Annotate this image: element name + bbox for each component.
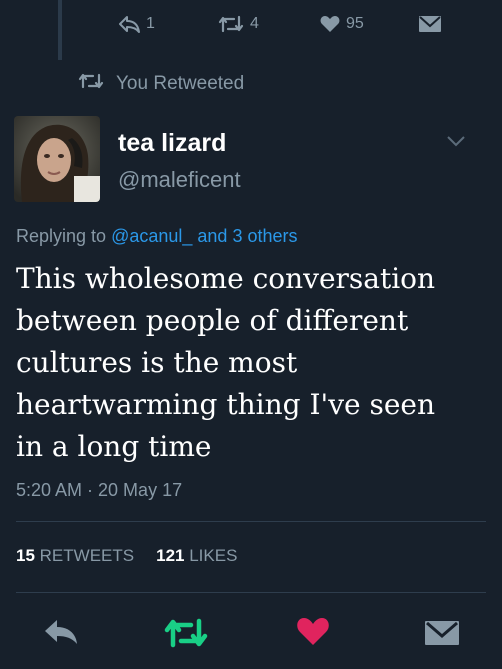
previous-message-button[interactable]: [418, 10, 442, 38]
reply-button[interactable]: [42, 618, 80, 651]
retweet-icon: [78, 73, 104, 95]
heart-icon: [296, 618, 330, 650]
likes-count: 121: [156, 546, 185, 565]
tweet-actions: [0, 610, 502, 654]
message-icon: [418, 15, 442, 33]
retweet-notice: You Retweeted: [78, 73, 244, 95]
likes-stat[interactable]: 121 LIKES: [156, 546, 237, 566]
reply-icon: [118, 15, 140, 33]
previous-reply-count: 1: [146, 15, 155, 32]
heart-icon: [320, 15, 340, 33]
previous-like-button[interactable]: 95: [320, 10, 364, 38]
like-button[interactable]: [296, 616, 330, 651]
previous-like-count: 95: [346, 15, 364, 32]
divider: [16, 521, 486, 522]
tweet-timestamp[interactable]: 5:20 AM · 20 May 17: [16, 480, 182, 501]
likes-label: LIKES: [189, 546, 238, 565]
message-icon: [424, 621, 460, 650]
avatar[interactable]: [14, 116, 100, 202]
reply-icon: [42, 620, 80, 650]
tweet-options-button[interactable]: [446, 134, 466, 152]
previous-tweet-actions: 1 4 95: [0, 10, 502, 40]
retweet-icon: [218, 15, 244, 33]
retweets-label: RETWEETS: [39, 546, 135, 565]
divider: [16, 592, 486, 593]
previous-retweet-count: 4: [250, 15, 259, 32]
user-handle[interactable]: @maleficent: [118, 167, 241, 193]
replying-prefix: Replying to: [16, 226, 107, 246]
display-name[interactable]: tea lizard: [118, 129, 226, 158]
replying-targets-link[interactable]: @acanul_ and 3 others: [111, 226, 297, 246]
previous-reply-button[interactable]: 1: [118, 10, 155, 38]
retweets-stat[interactable]: 15 RETWEETS: [16, 546, 134, 566]
retweet-icon: [164, 618, 208, 652]
retweet-notice-text: You Retweeted: [116, 73, 245, 94]
replying-to: Replying to @acanul_ and 3 others: [16, 226, 297, 247]
chevron-down-icon: [446, 134, 466, 151]
tweet-stats: 15 RETWEETS 121 LIKES: [16, 546, 237, 566]
previous-retweet-button[interactable]: 4: [218, 10, 259, 38]
tweet-text: This wholesome conversation between peop…: [16, 262, 436, 463]
retweets-count: 15: [16, 546, 35, 565]
retweet-button[interactable]: [164, 618, 208, 653]
message-button[interactable]: [424, 620, 460, 651]
